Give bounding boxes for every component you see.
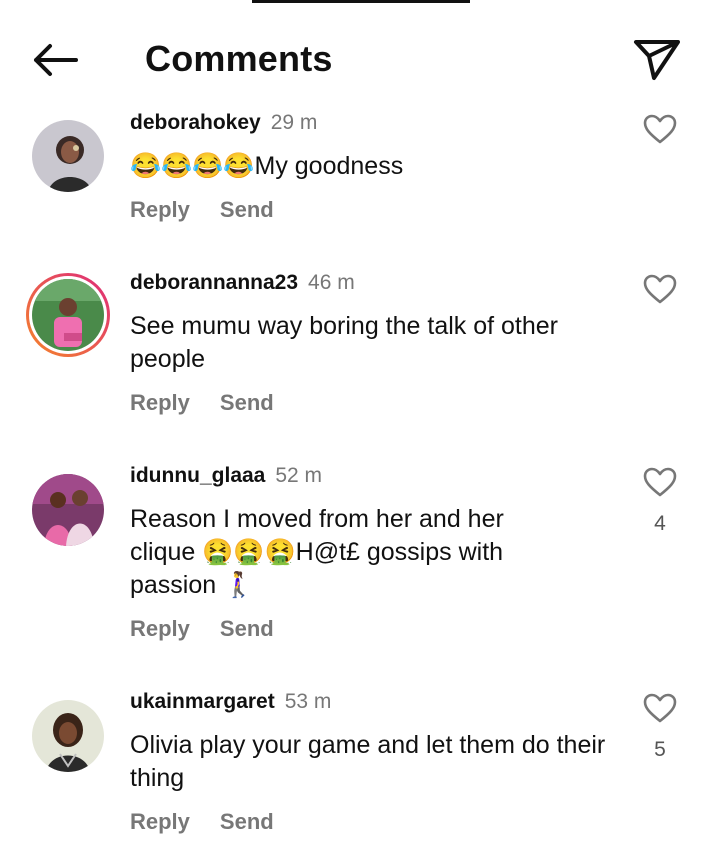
reply-button[interactable]: Reply — [130, 616, 190, 641]
comment-text: Olivia play your game and let them do th… — [130, 731, 606, 792]
paper-plane-icon[interactable] — [630, 36, 684, 82]
avatar[interactable] — [32, 474, 104, 546]
heart-outline-icon[interactable] — [642, 113, 678, 145]
heart-outline-icon[interactable] — [642, 273, 678, 305]
comment-meta: ukainmargaret 53 m — [130, 690, 331, 714]
comment-username[interactable]: idunnu_glaaa — [130, 464, 265, 487]
arrow-left-icon[interactable] — [28, 40, 82, 80]
heart-outline-icon[interactable] — [642, 466, 678, 498]
comment-actions: Reply Send — [130, 616, 304, 642]
send-button[interactable]: Send — [220, 809, 274, 834]
comment-actions: Reply Send — [130, 809, 304, 835]
reply-button[interactable]: Reply — [130, 809, 190, 834]
comment-username[interactable]: deborahokey — [130, 111, 261, 134]
send-button[interactable]: Send — [220, 197, 274, 222]
comment-meta: idunnu_glaaa 52 m — [130, 464, 322, 488]
comment-username[interactable]: ukainmargaret — [130, 690, 275, 713]
comment-text: Reason I moved from her and her clique 🤮… — [130, 505, 504, 599]
avatar[interactable] — [32, 120, 104, 192]
comment-time: 52 m — [275, 464, 323, 487]
avatar-with-story-ring[interactable] — [24, 271, 112, 359]
like-count: 4 — [654, 512, 666, 535]
send-button[interactable]: Send — [220, 390, 274, 415]
comment-username[interactable]: deborannanna23 — [130, 271, 298, 294]
comment-actions: Reply Send — [130, 390, 304, 416]
comment-actions: Reply Send — [130, 197, 304, 223]
comment-time: 53 m — [284, 690, 332, 713]
comment-text: 😂😂😂😂My goodness — [130, 152, 404, 180]
heart-outline-icon[interactable] — [642, 692, 678, 724]
comment-time: 29 m — [270, 111, 318, 134]
reply-button[interactable]: Reply — [130, 197, 190, 222]
like-count: 5 — [654, 738, 666, 761]
avatar[interactable] — [32, 700, 104, 772]
comment-meta: deborannanna23 46 m — [130, 271, 355, 295]
comment-text: See mumu way boring the talk of other pe… — [130, 312, 559, 373]
page-title: Comments — [145, 38, 333, 79]
comment-meta: deborahokey 29 m — [130, 111, 317, 135]
reply-button[interactable]: Reply — [130, 390, 190, 415]
header: Comments — [0, 0, 720, 110]
send-button[interactable]: Send — [220, 616, 274, 641]
comment-time: 46 m — [308, 271, 355, 294]
